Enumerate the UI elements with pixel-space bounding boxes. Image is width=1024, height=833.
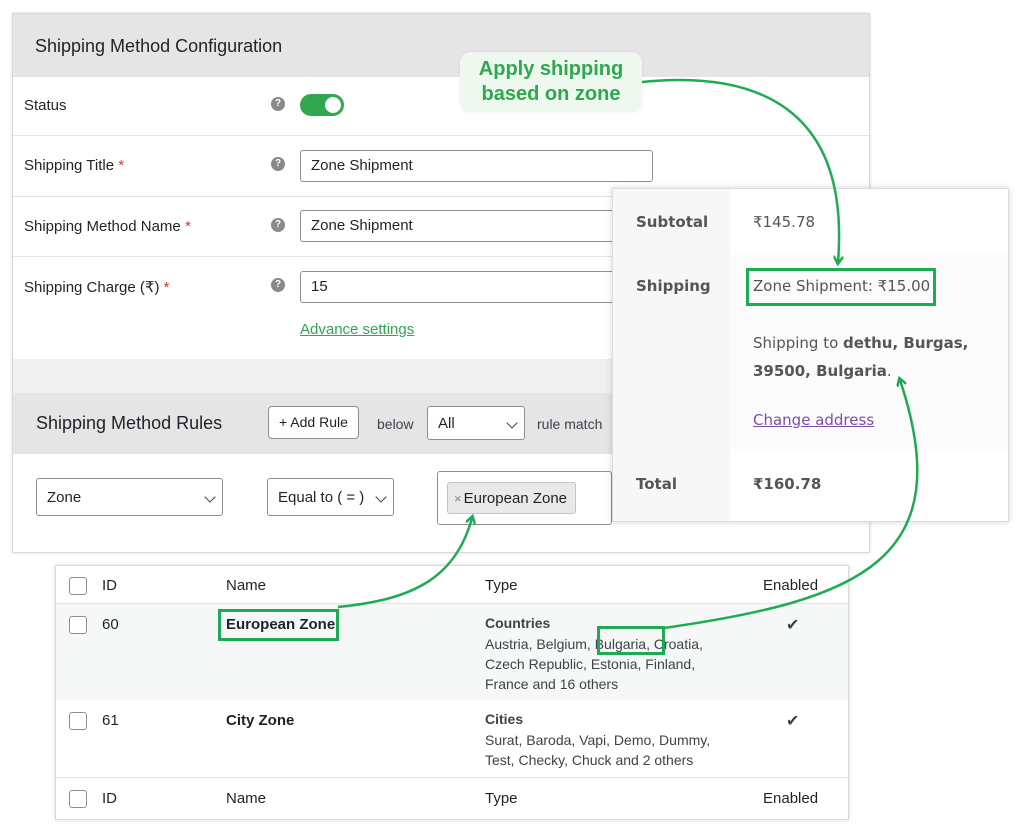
chip-remove-icon[interactable]: × [454, 491, 462, 506]
status-toggle[interactable] [300, 94, 344, 116]
header-enabled: Enabled [763, 577, 819, 594]
subtotal-row: Subtotal ₹145.78 [613, 189, 1008, 255]
table-row: 61 City Zone Cities Surat, Baroda, Vapi,… [56, 700, 848, 778]
callout-line-2: based on zone [481, 83, 621, 105]
footer-name[interactable]: Name [226, 790, 266, 807]
table-header: ID Name Type Enabled [56, 566, 848, 604]
shipping-charge-label: Shipping Charge (₹) * [24, 279, 170, 296]
shipping-charge-input[interactable]: 15 [300, 271, 620, 303]
zone-id: 61 [102, 712, 119, 729]
help-icon[interactable]: ? [271, 157, 285, 171]
zone-name-highlight-box [218, 609, 339, 641]
toggle-knob [325, 97, 341, 113]
add-rule-button[interactable]: + Add Rule [268, 406, 359, 439]
condition-select[interactable]: Zone [36, 478, 223, 516]
status-row: Status ? [13, 77, 869, 136]
zone-type: Cities [485, 711, 524, 727]
enabled-check-icon: ✔ [786, 617, 800, 634]
row-checkbox[interactable] [69, 616, 87, 634]
help-icon[interactable]: ? [271, 278, 285, 292]
shipping-destination: Shipping to dethu, Burgas, 39500, Bulgar… [753, 334, 969, 380]
country-highlight-box [597, 626, 665, 655]
shipping-highlight-box [746, 268, 936, 306]
header-name[interactable]: Name [226, 577, 266, 594]
callout-line-1: Apply shipping [478, 58, 624, 80]
callout-badge: Apply shipping based on zone [460, 52, 642, 112]
operator-select[interactable]: Equal to ( = ) [267, 478, 394, 516]
status-label: Status [24, 97, 67, 114]
help-icon[interactable]: ? [271, 218, 285, 232]
shipping-zones-table: ID Name Type Enabled 60 European Zone Co… [55, 565, 849, 820]
cart-totals-panel: Subtotal ₹145.78 Shipping Zone Shipment:… [612, 188, 1009, 522]
below-text: below [377, 416, 414, 432]
select-all-checkbox[interactable] [69, 577, 87, 595]
subtotal-label: Subtotal [613, 189, 730, 255]
footer-id[interactable]: ID [102, 790, 117, 807]
rules-title: Shipping Method Rules [36, 413, 223, 433]
config-title: Shipping Method Configuration [13, 14, 869, 77]
zone-regions: Surat, Baroda, Vapi, Demo, Dummy, Test, … [485, 732, 711, 768]
subtotal-value: ₹145.78 [753, 213, 816, 231]
header-type: Type [485, 577, 518, 594]
footer-type: Type [485, 790, 518, 807]
zone-multiselect[interactable]: × European Zone [437, 471, 612, 525]
table-row: 60 European Zone Countries Austria, Belg… [56, 604, 848, 700]
rule-match-select[interactable]: All [427, 406, 525, 440]
chevron-down-icon [375, 491, 387, 503]
help-icon[interactable]: ? [271, 97, 285, 111]
table-footer: ID Name Type Enabled [56, 778, 848, 819]
chevron-down-icon [204, 491, 216, 503]
rule-match-text: rule match [537, 416, 603, 432]
total-value: ₹160.78 [753, 475, 822, 493]
header-id[interactable]: ID [102, 577, 117, 594]
zone-name-link[interactable]: City Zone [226, 712, 294, 729]
shipping-method-name-input[interactable]: Zone Shipment [300, 210, 620, 242]
row-checkbox[interactable] [69, 712, 87, 730]
shipping-title-row: Shipping Title * ? Zone Shipment [13, 135, 869, 196]
chip-label: European Zone [463, 490, 568, 507]
shipping-label: Shipping [613, 255, 730, 449]
footer-enabled: Enabled [763, 790, 819, 807]
shipping-title-input[interactable]: Zone Shipment [300, 150, 653, 182]
shipping-title-label: Shipping Title * [24, 157, 125, 174]
enabled-check-icon: ✔ [786, 713, 800, 730]
shipping-method-name-label: Shipping Method Name * [24, 218, 191, 235]
zone-chip: × European Zone [447, 482, 577, 514]
select-all-checkbox[interactable] [69, 790, 87, 808]
total-row: Total ₹160.78 [613, 449, 1008, 521]
advance-settings-link[interactable]: Advance settings [300, 321, 414, 338]
total-label: Total [613, 449, 730, 521]
change-address-link[interactable]: Change address [753, 411, 874, 429]
chevron-down-icon [506, 417, 518, 429]
zone-id: 60 [102, 616, 119, 633]
zone-type: Countries [485, 615, 551, 631]
